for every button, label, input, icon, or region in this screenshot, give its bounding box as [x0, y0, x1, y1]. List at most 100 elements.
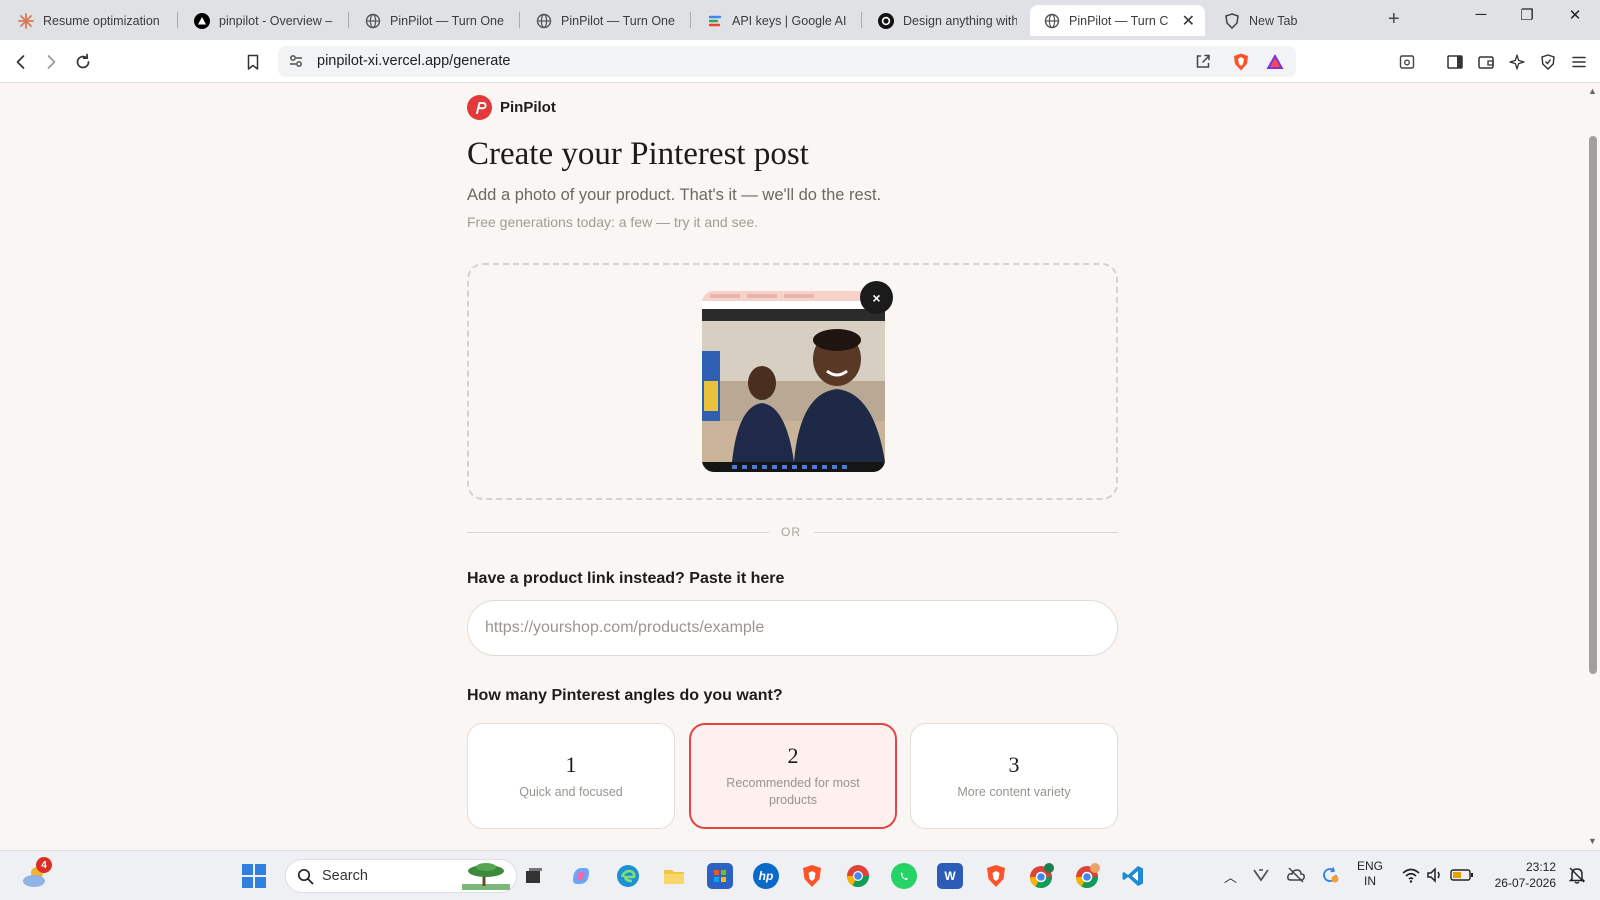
menu-icon[interactable]: [1568, 51, 1590, 73]
tab-label: Design anything with: [903, 13, 1017, 28]
language-code: ENG: [1357, 859, 1384, 873]
angle-description: More content variety: [957, 784, 1071, 799]
notifications-bell-icon[interactable]: [1566, 864, 1588, 886]
hp-icon[interactable]: hp: [753, 863, 779, 889]
tab-separator: [861, 12, 862, 28]
clock-date: 26-07-2026: [1494, 876, 1556, 890]
tab-label: PinPilot — Turn C: [1069, 13, 1169, 28]
product-link-label: Have a product link instead? Paste it he…: [467, 570, 785, 587]
angle-option-3[interactable]: 3 More content variety: [910, 723, 1118, 829]
tab-pinpilot-overview[interactable]: pinpilot - Overview – V: [180, 5, 345, 36]
brave-browser-active-icon[interactable]: [983, 863, 1009, 889]
tab-new-tab[interactable]: New Tab: [1210, 5, 1375, 36]
angle-option-2[interactable]: 2 Recommended for most products: [689, 723, 897, 829]
clock-time: 23:12: [1525, 860, 1556, 874]
tab-pinpilot-active[interactable]: PinPilot — Turn C ✕: [1030, 5, 1205, 36]
wallet-icon[interactable]: [1475, 51, 1497, 73]
edge-icon[interactable]: [615, 863, 641, 889]
minimize-button[interactable]: ─: [1458, 6, 1504, 23]
back-button[interactable]: [10, 51, 32, 73]
forward-button[interactable]: [40, 51, 62, 73]
cloud-offline-icon[interactable]: [1285, 864, 1307, 886]
brave-browser-icon[interactable]: [799, 863, 825, 889]
address-bar[interactable]: pinpilot-xi.vercel.app/generate: [278, 46, 1296, 77]
copilot-icon[interactable]: [568, 863, 594, 889]
new-tab-button[interactable]: +: [1388, 8, 1400, 31]
tab-label: PinPilot — Turn One P: [390, 13, 506, 28]
url-text: pinpilot-xi.vercel.app/generate: [317, 53, 511, 69]
microsoft-store-icon[interactable]: [707, 863, 733, 889]
angle-option-1[interactable]: 1 Quick and focused: [467, 723, 675, 829]
angle-number: 3: [1008, 751, 1020, 777]
sidebar-toggle-icon[interactable]: [1444, 51, 1466, 73]
tray-overflow-chevron-icon[interactable]: ︿: [1224, 867, 1237, 886]
task-view-icon[interactable]: [521, 863, 547, 889]
claude-icon: [18, 12, 34, 29]
file-explorer-icon[interactable]: [661, 863, 687, 889]
brave-rewards-icon[interactable]: [1264, 51, 1286, 73]
scroll-up-arrow-icon[interactable]: ▲: [1588, 86, 1597, 96]
tab-design-anything[interactable]: Design anything with: [864, 5, 1027, 36]
scroll-down-arrow-icon[interactable]: ▼: [1588, 836, 1597, 846]
vscode-icon[interactable]: [1120, 863, 1146, 889]
search-icon: [297, 868, 314, 890]
brave-shields-icon[interactable]: [1230, 51, 1252, 73]
site-settings-icon[interactable]: [288, 53, 304, 74]
volume-icon[interactable]: [1424, 864, 1446, 886]
weather-widget[interactable]: 4: [20, 857, 52, 891]
sync-icon[interactable]: [1319, 864, 1341, 886]
tab-separator: [690, 12, 691, 28]
chrome-icon[interactable]: [845, 863, 871, 889]
tab-label: New Tab: [1249, 13, 1298, 28]
windows-taskbar: 4 Search hp W ︿ ENG IN 23:12 26-07-2026: [0, 850, 1600, 900]
region-code: IN: [1364, 874, 1376, 888]
globe-icon: [365, 13, 381, 29]
word-icon[interactable]: W: [937, 863, 963, 889]
page-content: PinPilot Create your Pinterest post Add …: [0, 84, 1586, 850]
start-button[interactable]: [242, 864, 266, 893]
tab-pinpilot-2[interactable]: PinPilot — Turn One P: [522, 5, 687, 36]
brand-name: PinPilot: [500, 99, 556, 116]
photo-dropzone[interactable]: ×: [467, 263, 1118, 500]
brave-shield-icon: [1224, 12, 1240, 29]
remove-photo-button[interactable]: ×: [860, 281, 893, 314]
vpn-icon[interactable]: [1537, 51, 1559, 73]
globe-icon: [1044, 13, 1060, 29]
google-ai-studio-icon: [707, 13, 723, 29]
clock[interactable]: 23:12 26-07-2026: [1484, 859, 1556, 891]
design-tool-icon: [878, 12, 894, 29]
language-indicator[interactable]: ENG IN: [1357, 859, 1383, 889]
tab-separator: [177, 12, 178, 28]
tab-label: Resume optimization: [43, 13, 160, 28]
battery-icon[interactable]: [1450, 864, 1474, 886]
product-link-input[interactable]: [467, 600, 1118, 656]
whatsapp-icon[interactable]: [891, 863, 917, 889]
scrollbar-thumb[interactable]: [1589, 136, 1597, 674]
brand[interactable]: PinPilot: [467, 95, 556, 120]
tab-resume-optimization[interactable]: Resume optimization: [4, 5, 174, 36]
close-window-button[interactable]: ✕: [1552, 6, 1598, 24]
reader-mode-icon[interactable]: [1396, 51, 1418, 73]
chrome-profile-b-icon[interactable]: [1075, 863, 1101, 889]
page-title: Create your Pinterest post: [467, 136, 809, 172]
tab-label: API keys | Google AI S: [732, 13, 848, 28]
tab-label: PinPilot — Turn One P: [561, 13, 677, 28]
tab-pinpilot-1[interactable]: PinPilot — Turn One P: [351, 5, 516, 36]
page-scrollbar[interactable]: ▲ ▼: [1586, 84, 1600, 850]
free-generations-note: Free generations today: a few — try it a…: [467, 214, 759, 230]
bookmark-icon[interactable]: [242, 51, 264, 73]
close-tab-icon[interactable]: ✕: [1182, 11, 1195, 31]
vercel-icon: [194, 12, 210, 29]
angles-label: How many Pinterest angles do you want?: [467, 687, 783, 704]
globe-icon: [536, 13, 552, 29]
tab-api-keys[interactable]: API keys | Google AI S: [693, 5, 858, 36]
restore-button[interactable]: ❐: [1504, 6, 1550, 24]
taskbar-search[interactable]: Search: [285, 859, 517, 893]
tray-app-icon[interactable]: [1250, 864, 1272, 886]
wifi-icon[interactable]: [1400, 864, 1422, 886]
leo-ai-icon[interactable]: [1506, 51, 1528, 73]
share-icon[interactable]: [1194, 52, 1212, 75]
reload-button[interactable]: [72, 51, 94, 73]
chrome-profile-a-icon[interactable]: [1029, 863, 1055, 889]
angle-number: 2: [787, 743, 799, 768]
